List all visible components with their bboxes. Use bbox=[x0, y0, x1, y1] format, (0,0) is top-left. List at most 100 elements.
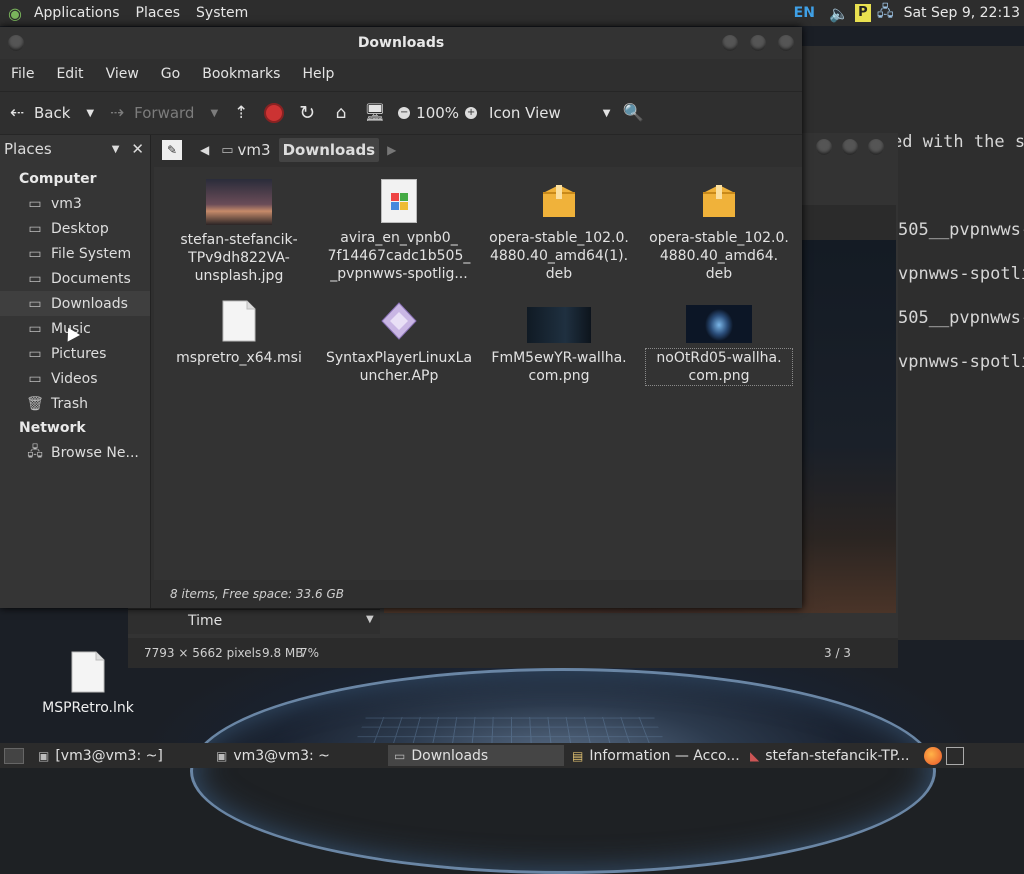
package-icon bbox=[541, 179, 577, 223]
sidebar-item-browse-network[interactable]: 🖧 Browse Ne... bbox=[0, 440, 150, 465]
task-label: Downloads bbox=[411, 747, 489, 764]
viewer-sidebar-time[interactable]: Time ▼ bbox=[128, 609, 380, 634]
file-label: mspretro_x64.msi bbox=[176, 350, 302, 366]
breadcrumb-vm3[interactable]: ▭ vm3 bbox=[217, 138, 274, 162]
viewer-time-label: Time bbox=[188, 613, 223, 629]
places-sidebar: Places ▼ ✕ Computer ▭ vm3 ▭ Desktop ▭ File … bbox=[0, 135, 151, 608]
sidebar-item-desktop[interactable]: ▭ Desktop bbox=[0, 216, 150, 241]
workspace-switcher-icon[interactable] bbox=[946, 746, 964, 765]
bottom-taskbar: ▣ [vm3@vm3: ~] ▣ vm3@vm3: ~ ▭ Downloads … bbox=[0, 743, 1024, 768]
viewer-statusbar: 7793 × 5662 pixels 9.8 MB 7% 3 / 3 bbox=[128, 638, 898, 668]
viewer-close-button[interactable] bbox=[868, 139, 884, 155]
sidebar-item-filesystem[interactable]: ▭ File System bbox=[0, 241, 150, 266]
reload-button[interactable]: ↻ bbox=[290, 97, 324, 129]
menu-system[interactable]: System bbox=[188, 5, 256, 21]
folder-icon: ▭ bbox=[28, 270, 42, 287]
file-item[interactable]: avira_en_vpnb0_ 7f14467cadc1b505_ _pvpnwws… bbox=[326, 179, 472, 283]
file-item[interactable]: mspretro_x64.msi bbox=[166, 299, 312, 367]
zoom-control[interactable]: − 100% + bbox=[392, 97, 483, 129]
sidebar-item-downloads[interactable]: ▭ Downloads bbox=[0, 291, 150, 316]
zoom-out-icon[interactable]: − bbox=[398, 107, 411, 119]
clock[interactable]: Sat Sep 9, 22:13 bbox=[900, 5, 1020, 21]
up-button[interactable]: ⇡ bbox=[224, 97, 258, 129]
path-right-arrow-icon[interactable]: ▶ bbox=[383, 143, 400, 157]
sidebar-item-videos[interactable]: ▭ Videos bbox=[0, 366, 150, 391]
firefox-icon[interactable] bbox=[924, 746, 942, 765]
maximize-button[interactable] bbox=[750, 35, 766, 51]
package-icon bbox=[701, 179, 737, 223]
menu-edit[interactable]: Edit bbox=[45, 66, 94, 82]
sidebar-item-label: vm3 bbox=[51, 195, 82, 212]
viewer-minimize-button[interactable] bbox=[816, 139, 832, 155]
close-button[interactable] bbox=[778, 35, 794, 51]
file-item[interactable]: stefan-stefancik- TPv9dh822VA-unsplash.jp… bbox=[166, 179, 312, 285]
home-button[interactable]: ⌂ bbox=[324, 97, 358, 129]
view-mode-select[interactable]: Icon View ▼ bbox=[483, 97, 616, 129]
edit-location-icon[interactable]: ✎ bbox=[162, 140, 182, 160]
volume-icon[interactable]: 🔈 bbox=[829, 4, 849, 23]
places-select[interactable]: Places bbox=[4, 140, 112, 158]
zoom-in-icon[interactable]: + bbox=[465, 107, 478, 119]
stop-button[interactable] bbox=[258, 97, 290, 129]
task-information[interactable]: ▤ Information — Acco... bbox=[566, 745, 742, 766]
image-dimensions: 7793 × 5662 pixels bbox=[144, 646, 262, 660]
chevron-down-icon[interactable]: ▼ bbox=[210, 108, 218, 119]
sidebar-item-trash[interactable]: 🗑 Trash bbox=[0, 391, 150, 416]
forward-button[interactable]: ⇢ Forward ▼ bbox=[100, 97, 224, 129]
file-manager-window[interactable]: Downloads File Edit View Go Bookmarks He… bbox=[0, 27, 802, 608]
show-desktop-icon[interactable] bbox=[4, 747, 24, 764]
close-sidebar-icon[interactable]: ✕ bbox=[131, 140, 146, 158]
path-bar: ✎ ◀ ▭ vm3 Downloads ▶ bbox=[154, 135, 802, 165]
folder-status: 8 items, Free space: 33.6 GB bbox=[170, 587, 344, 601]
chevron-down-icon[interactable]: ▼ bbox=[112, 144, 120, 155]
sidebar-item-pictures[interactable]: ▭ Pictures bbox=[0, 341, 150, 366]
menu-applications[interactable]: Applications bbox=[26, 5, 128, 21]
distro-logo-icon[interactable]: ◉ bbox=[0, 4, 26, 23]
file-item[interactable]: opera-stable_102.0. 4880.40_amd64. deb bbox=[646, 179, 792, 283]
file-item[interactable]: SyntaxPlayerLinuxLa uncher.APp bbox=[326, 299, 472, 385]
task-downloads[interactable]: ▭ Downloads bbox=[388, 745, 564, 766]
file-item[interactable]: FmM5ewYR-wallha. com.png bbox=[486, 299, 632, 385]
fm-titlebar[interactable]: Downloads bbox=[0, 27, 802, 59]
menu-help[interactable]: Help bbox=[291, 66, 345, 82]
minimize-button[interactable] bbox=[722, 35, 738, 51]
desktop-icon-mspretro[interactable]: MSPRetro.lnk bbox=[38, 650, 138, 716]
task-label: [vm3@vm3: ~] bbox=[55, 747, 163, 764]
section-network: Network bbox=[19, 420, 86, 436]
window-menu-button[interactable] bbox=[8, 35, 24, 51]
sidebar-item-label: Desktop bbox=[51, 220, 109, 237]
task-terminal-1[interactable]: ▣ [vm3@vm3: ~] bbox=[32, 745, 208, 766]
task-terminal-2[interactable]: ▣ vm3@vm3: ~ bbox=[210, 745, 386, 766]
path-left-arrow-icon[interactable]: ◀ bbox=[196, 143, 213, 157]
file-item-selected[interactable]: noOtRd05-wallha. com.png bbox=[645, 299, 793, 386]
folder-icon: ▭ bbox=[28, 295, 42, 312]
terminal-line: vpnwws-spotlic bbox=[898, 352, 1024, 372]
network-icon[interactable]: 🖧 bbox=[877, 1, 894, 26]
file-icon bbox=[221, 299, 257, 343]
wallpaper-thumbnail bbox=[527, 307, 591, 343]
task-image-viewer[interactable]: ◣ stefan-stefancik-TP... bbox=[744, 745, 920, 766]
reload-icon: ↻ bbox=[299, 102, 316, 124]
places-list: Computer ▭ vm3 ▭ Desktop ▭ File System ▭ Doc… bbox=[0, 167, 150, 465]
viewer-maximize-button[interactable] bbox=[842, 139, 858, 155]
menu-places[interactable]: Places bbox=[128, 5, 189, 21]
search-button[interactable]: 🔍 bbox=[616, 97, 650, 129]
menu-file[interactable]: File bbox=[0, 66, 45, 82]
menu-view[interactable]: View bbox=[95, 66, 150, 82]
back-label: Back bbox=[34, 104, 71, 122]
sidebar-item-documents[interactable]: ▭ Documents bbox=[0, 266, 150, 291]
view-mode-value: Icon View bbox=[489, 104, 561, 122]
menu-go[interactable]: Go bbox=[150, 66, 191, 82]
breadcrumb-downloads[interactable]: Downloads bbox=[278, 138, 380, 162]
file-item[interactable]: opera-stable_102.0. 4880.40_amd64(1). deb bbox=[486, 179, 632, 283]
window-title: Downloads bbox=[357, 35, 445, 51]
back-button[interactable]: ⇠ Back ▼ bbox=[0, 97, 100, 129]
sidebar-item-vm3[interactable]: ▭ vm3 bbox=[0, 191, 150, 216]
menu-bookmarks[interactable]: Bookmarks bbox=[191, 66, 291, 82]
pager-icon[interactable]: P bbox=[854, 4, 871, 22]
terminal-icon: ▣ bbox=[216, 748, 228, 763]
chevron-down-icon[interactable]: ▼ bbox=[86, 108, 94, 119]
keyboard-layout-indicator[interactable]: EN bbox=[794, 5, 815, 21]
wallpaper-ring bbox=[190, 668, 936, 874]
computer-button[interactable]: 🖥 bbox=[358, 97, 392, 129]
